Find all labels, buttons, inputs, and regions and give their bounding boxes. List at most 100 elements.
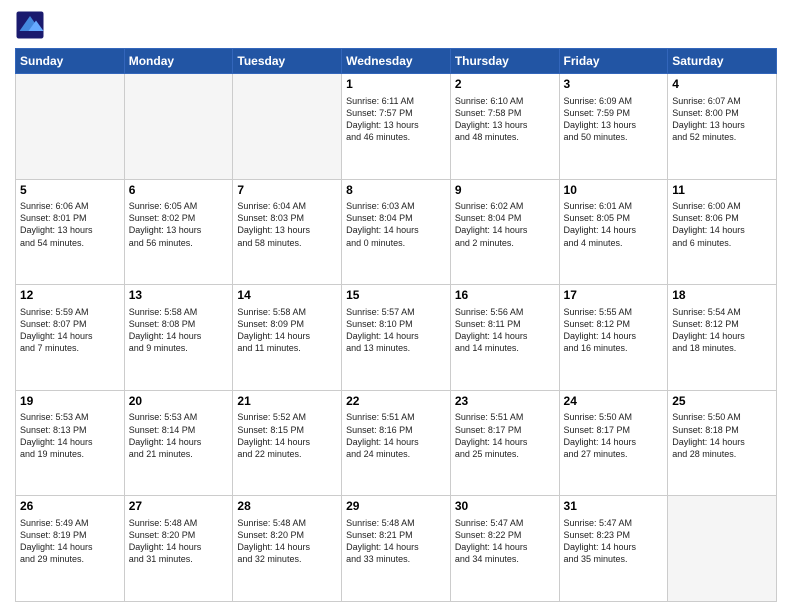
day-info: Sunrise: 6:11 AM Sunset: 7:57 PM Dayligh… bbox=[346, 95, 446, 144]
weekday-header-sunday: Sunday bbox=[16, 49, 125, 74]
calendar-cell bbox=[16, 74, 125, 180]
day-info: Sunrise: 5:48 AM Sunset: 8:20 PM Dayligh… bbox=[237, 517, 337, 566]
calendar-table: SundayMondayTuesdayWednesdayThursdayFrid… bbox=[15, 48, 777, 602]
weekday-header-tuesday: Tuesday bbox=[233, 49, 342, 74]
calendar-cell: 21Sunrise: 5:52 AM Sunset: 8:15 PM Dayli… bbox=[233, 390, 342, 496]
day-info: Sunrise: 5:47 AM Sunset: 8:23 PM Dayligh… bbox=[564, 517, 664, 566]
day-number: 15 bbox=[346, 288, 446, 304]
day-info: Sunrise: 5:59 AM Sunset: 8:07 PM Dayligh… bbox=[20, 306, 120, 355]
day-info: Sunrise: 6:10 AM Sunset: 7:58 PM Dayligh… bbox=[455, 95, 555, 144]
weekday-header-saturday: Saturday bbox=[668, 49, 777, 74]
calendar-cell: 23Sunrise: 5:51 AM Sunset: 8:17 PM Dayli… bbox=[450, 390, 559, 496]
day-number: 21 bbox=[237, 394, 337, 410]
day-number: 19 bbox=[20, 394, 120, 410]
calendar-cell: 30 Sunrise: 5:47 AM Sunset: 8:22 PM Dayli… bbox=[450, 496, 559, 602]
calendar-cell: 26Sunrise: 5:49 AM Sunset: 8:19 PM Dayli… bbox=[16, 496, 125, 602]
calendar-cell: 2 Sunrise: 6:10 AM Sunset: 7:58 PM Daylig… bbox=[450, 74, 559, 180]
day-info: Sunrise: 6:05 AM Sunset: 8:02 PM Dayligh… bbox=[129, 200, 229, 249]
weekday-header-thursday: Thursday bbox=[450, 49, 559, 74]
calendar-cell: 13 Sunrise: 5:58 AM Sunset: 8:08 PM Dayli… bbox=[124, 285, 233, 391]
day-info: Sunrise: 5:55 AM Sunset: 8:12 PM Dayligh… bbox=[564, 306, 664, 355]
calendar-cell: 28 Sunrise: 5:48 AM Sunset: 8:20 PM Dayli… bbox=[233, 496, 342, 602]
calendar-cell: 11Sunrise: 6:00 AM Sunset: 8:06 PM Dayli… bbox=[668, 179, 777, 285]
calendar-cell: 14Sunrise: 5:58 AM Sunset: 8:09 PM Dayli… bbox=[233, 285, 342, 391]
day-number: 17 bbox=[564, 288, 664, 304]
week-row-4: 19Sunrise: 5:53 AM Sunset: 8:13 PM Dayli… bbox=[16, 390, 777, 496]
day-info: Sunrise: 6:02 AM Sunset: 8:04 PM Dayligh… bbox=[455, 200, 555, 249]
calendar-cell: 1 Sunrise: 6:11 AM Sunset: 7:57 PM Daylig… bbox=[342, 74, 451, 180]
day-info: Sunrise: 5:53 AM Sunset: 8:13 PM Dayligh… bbox=[20, 411, 120, 460]
day-info: Sunrise: 5:53 AM Sunset: 8:14 PM Dayligh… bbox=[129, 411, 229, 460]
day-info: Sunrise: 5:51 AM Sunset: 8:16 PM Dayligh… bbox=[346, 411, 446, 460]
logo-icon bbox=[15, 10, 45, 40]
day-info: Sunrise: 5:56 AM Sunset: 8:11 PM Dayligh… bbox=[455, 306, 555, 355]
calendar-cell: 10Sunrise: 6:01 AM Sunset: 8:05 PM Dayli… bbox=[559, 179, 668, 285]
calendar-cell: 29 Sunrise: 5:48 AM Sunset: 8:21 PM Dayli… bbox=[342, 496, 451, 602]
day-number: 1 bbox=[346, 77, 446, 93]
calendar-cell bbox=[668, 496, 777, 602]
calendar-cell: 9Sunrise: 6:02 AM Sunset: 8:04 PM Daylig… bbox=[450, 179, 559, 285]
day-number: 4 bbox=[672, 77, 772, 93]
page: SundayMondayTuesdayWednesdayThursdayFrid… bbox=[0, 0, 792, 612]
day-info: Sunrise: 6:09 AM Sunset: 7:59 PM Dayligh… bbox=[564, 95, 664, 144]
day-info: Sunrise: 5:50 AM Sunset: 8:18 PM Dayligh… bbox=[672, 411, 772, 460]
calendar-cell: 25Sunrise: 5:50 AM Sunset: 8:18 PM Dayli… bbox=[668, 390, 777, 496]
calendar-cell: 31 Sunrise: 5:47 AM Sunset: 8:23 PM Dayli… bbox=[559, 496, 668, 602]
day-info: Sunrise: 5:49 AM Sunset: 8:19 PM Dayligh… bbox=[20, 517, 120, 566]
calendar-cell: 27 Sunrise: 5:48 AM Sunset: 8:20 PM Dayli… bbox=[124, 496, 233, 602]
day-info: Sunrise: 6:04 AM Sunset: 8:03 PM Dayligh… bbox=[237, 200, 337, 249]
day-number: 28 bbox=[237, 499, 337, 515]
day-info: Sunrise: 5:52 AM Sunset: 8:15 PM Dayligh… bbox=[237, 411, 337, 460]
day-info: Sunrise: 5:48 AM Sunset: 8:21 PM Dayligh… bbox=[346, 517, 446, 566]
day-number: 16 bbox=[455, 288, 555, 304]
calendar-cell bbox=[233, 74, 342, 180]
calendar-cell: 12 Sunrise: 5:59 AM Sunset: 8:07 PM Dayli… bbox=[16, 285, 125, 391]
day-info: Sunrise: 5:58 AM Sunset: 8:09 PM Dayligh… bbox=[237, 306, 337, 355]
calendar-cell: 16 Sunrise: 5:56 AM Sunset: 8:11 PM Dayli… bbox=[450, 285, 559, 391]
day-number: 5 bbox=[20, 183, 120, 199]
day-number: 27 bbox=[129, 499, 229, 515]
header bbox=[15, 10, 777, 40]
day-info: Sunrise: 5:58 AM Sunset: 8:08 PM Dayligh… bbox=[129, 306, 229, 355]
day-info: Sunrise: 5:48 AM Sunset: 8:20 PM Dayligh… bbox=[129, 517, 229, 566]
calendar-cell: 20Sunrise: 5:53 AM Sunset: 8:14 PM Dayli… bbox=[124, 390, 233, 496]
day-info: Sunrise: 6:03 AM Sunset: 8:04 PM Dayligh… bbox=[346, 200, 446, 249]
day-number: 13 bbox=[129, 288, 229, 304]
calendar-cell: 5Sunrise: 6:06 AM Sunset: 8:01 PM Daylig… bbox=[16, 179, 125, 285]
calendar-cell bbox=[124, 74, 233, 180]
day-number: 31 bbox=[564, 499, 664, 515]
weekday-header-friday: Friday bbox=[559, 49, 668, 74]
week-row-2: 5Sunrise: 6:06 AM Sunset: 8:01 PM Daylig… bbox=[16, 179, 777, 285]
day-number: 18 bbox=[672, 288, 772, 304]
day-number: 9 bbox=[455, 183, 555, 199]
day-info: Sunrise: 6:06 AM Sunset: 8:01 PM Dayligh… bbox=[20, 200, 120, 249]
day-number: 22 bbox=[346, 394, 446, 410]
day-number: 23 bbox=[455, 394, 555, 410]
week-row-1: 1 Sunrise: 6:11 AM Sunset: 7:57 PM Daylig… bbox=[16, 74, 777, 180]
week-row-3: 12 Sunrise: 5:59 AM Sunset: 8:07 PM Dayli… bbox=[16, 285, 777, 391]
calendar-cell: 8Sunrise: 6:03 AM Sunset: 8:04 PM Daylig… bbox=[342, 179, 451, 285]
calendar-cell: 4 Sunrise: 6:07 AM Sunset: 8:00 PM Daylig… bbox=[668, 74, 777, 180]
day-number: 3 bbox=[564, 77, 664, 93]
day-number: 20 bbox=[129, 394, 229, 410]
day-number: 6 bbox=[129, 183, 229, 199]
day-number: 29 bbox=[346, 499, 446, 515]
logo bbox=[15, 10, 49, 40]
day-info: Sunrise: 5:57 AM Sunset: 8:10 PM Dayligh… bbox=[346, 306, 446, 355]
day-number: 2 bbox=[455, 77, 555, 93]
day-number: 12 bbox=[20, 288, 120, 304]
day-number: 25 bbox=[672, 394, 772, 410]
calendar-cell: 18Sunrise: 5:54 AM Sunset: 8:12 PM Dayli… bbox=[668, 285, 777, 391]
day-info: Sunrise: 6:07 AM Sunset: 8:00 PM Dayligh… bbox=[672, 95, 772, 144]
calendar-cell: 15 Sunrise: 5:57 AM Sunset: 8:10 PM Dayli… bbox=[342, 285, 451, 391]
day-number: 30 bbox=[455, 499, 555, 515]
day-number: 11 bbox=[672, 183, 772, 199]
calendar-cell: 6Sunrise: 6:05 AM Sunset: 8:02 PM Daylig… bbox=[124, 179, 233, 285]
day-number: 8 bbox=[346, 183, 446, 199]
day-info: Sunrise: 5:47 AM Sunset: 8:22 PM Dayligh… bbox=[455, 517, 555, 566]
weekday-header-monday: Monday bbox=[124, 49, 233, 74]
day-number: 10 bbox=[564, 183, 664, 199]
day-number: 7 bbox=[237, 183, 337, 199]
day-info: Sunrise: 6:00 AM Sunset: 8:06 PM Dayligh… bbox=[672, 200, 772, 249]
day-number: 24 bbox=[564, 394, 664, 410]
